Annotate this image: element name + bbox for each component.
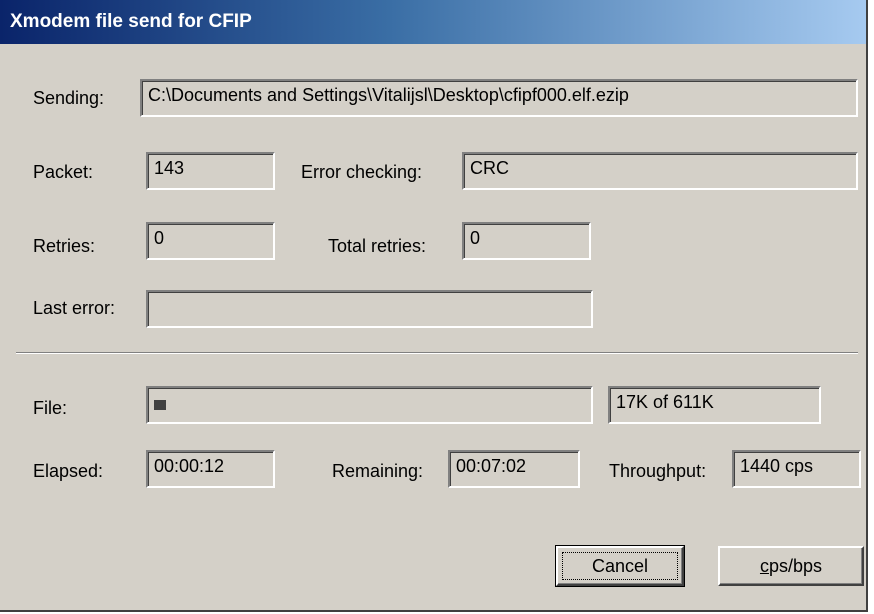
separator (16, 352, 858, 354)
remaining-field: 00:07:02 (448, 450, 580, 488)
xmodem-dialog: Xmodem file send for CFIP Sending: C:\Do… (0, 0, 868, 612)
sending-label: Sending: (33, 88, 105, 108)
window-title: Xmodem file send for CFIP (10, 11, 252, 32)
title-bar[interactable]: Xmodem file send for CFIP (0, 0, 866, 44)
last-error-field (146, 290, 593, 328)
throughput-label: Throughput: (609, 461, 707, 481)
remaining-label: Remaining: (332, 461, 424, 481)
cps-bps-label: ps/bps (768, 556, 823, 576)
file-status-field: 17K of 611K (608, 386, 821, 424)
file-label: File: (33, 398, 68, 418)
elapsed-field: 00:00:12 (146, 450, 275, 488)
total-retries-label: Total retries: (328, 236, 427, 256)
progress-fill (154, 400, 166, 410)
retries-label: Retries: (33, 236, 96, 256)
cancel-button[interactable]: Cancel (555, 545, 685, 587)
error-checking-label: Error checking: (301, 162, 423, 182)
packet-label: Packet: (33, 162, 94, 182)
throughput-field: 1440 cps (732, 450, 861, 488)
file-progress-bar (146, 386, 593, 424)
total-retries-field: 0 (462, 222, 591, 260)
sending-path-field: C:\Documents and Settings\Vitalijsl\Desk… (140, 79, 858, 117)
cps-bps-button[interactable]: cps/bps (718, 546, 864, 586)
elapsed-label: Elapsed: (33, 461, 104, 481)
retries-field: 0 (146, 222, 275, 260)
cps-bps-mnemonic: c (759, 556, 769, 576)
error-checking-field: CRC (462, 152, 858, 190)
last-error-label: Last error: (33, 298, 116, 318)
packet-field: 143 (146, 152, 275, 190)
cancel-button-label: Cancel (591, 556, 649, 576)
